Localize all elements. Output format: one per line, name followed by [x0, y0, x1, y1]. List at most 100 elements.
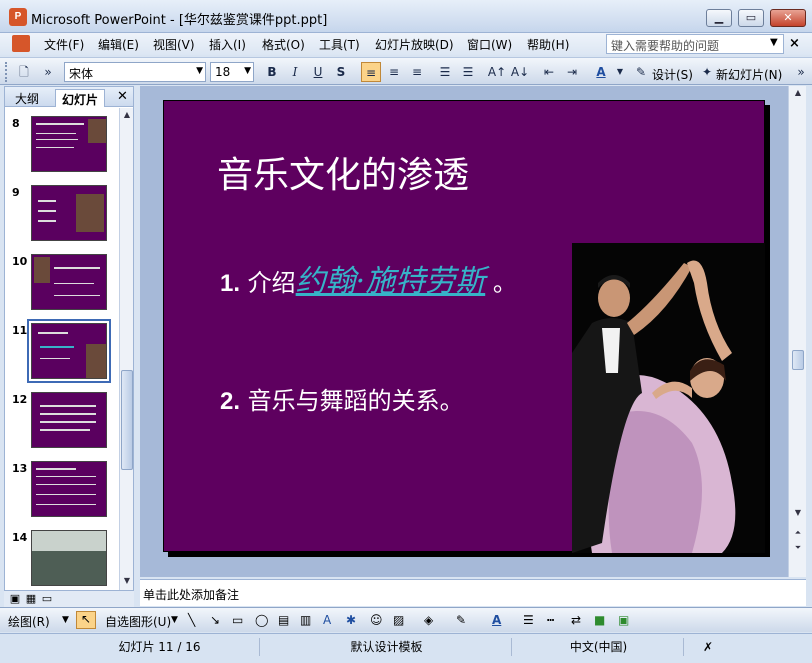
increase-indent-icon[interactable]: ⇥ — [562, 62, 582, 82]
tab-slides[interactable]: 幻灯片 — [55, 89, 106, 107]
slide-thumbnail[interactable] — [31, 392, 107, 448]
menu-file[interactable]: 文件(F) — [44, 36, 84, 53]
new-document-icon[interactable]: 🗋 — [14, 62, 34, 82]
close-document-icon[interactable]: × — [789, 36, 800, 51]
slide-thumbnail[interactable] — [31, 461, 107, 517]
tab-outline[interactable]: 大纲 — [9, 89, 45, 107]
new-slide-icon[interactable]: ✦ — [697, 62, 717, 82]
select-pointer-icon[interactable]: ↖ — [76, 611, 96, 629]
menu-insert[interactable]: 插入(I) — [209, 36, 246, 53]
picture-icon[interactable]: ▨ — [393, 613, 404, 627]
font-color-icon[interactable]: A — [492, 613, 501, 627]
design-button[interactable]: 设计(S) — [652, 66, 693, 83]
chevron-down-icon[interactable]: ▼ — [610, 62, 630, 82]
font-select[interactable]: 宋体 ▼ — [64, 62, 206, 82]
dash-style-icon[interactable]: ┅ — [547, 613, 554, 627]
chevron-down-icon[interactable]: ▼ — [171, 615, 178, 625]
font-color-icon[interactable]: A — [591, 62, 611, 82]
vertical-textbox-icon[interactable]: ▥ — [300, 613, 311, 627]
document-icon[interactable] — [12, 35, 30, 52]
clipart-icon[interactable]: ☺ — [370, 613, 383, 627]
3d-style-icon[interactable]: ▣ — [618, 613, 629, 627]
autoshapes-button[interactable]: 自选图形(U) — [105, 613, 171, 630]
notes-field[interactable]: 单击此处添加备注 — [140, 579, 806, 606]
list-item[interactable]: 11 — [5, 319, 117, 383]
dancers-photo[interactable] — [572, 243, 765, 553]
line-icon[interactable]: ╲ — [188, 613, 195, 627]
slide-thumbnail[interactable] — [31, 116, 107, 172]
scrollbar-thumb[interactable] — [792, 350, 804, 370]
scroll-up-icon[interactable]: ▲ — [791, 86, 805, 100]
chevron-down-icon[interactable]: ▼ — [62, 615, 69, 625]
slide-sorter-icon[interactable]: ▦ — [24, 592, 38, 606]
increase-font-icon[interactable]: A↑ — [487, 62, 507, 82]
textbox-icon[interactable]: ▤ — [278, 613, 289, 627]
bullet-list-icon[interactable]: ☰ — [458, 62, 478, 82]
arrow-icon[interactable]: ↘ — [210, 613, 220, 627]
menu-edit[interactable]: 编辑(E) — [98, 36, 139, 53]
line-style-icon[interactable]: ☰ — [523, 613, 534, 627]
slide-thumbnail-selected[interactable] — [27, 319, 111, 383]
oval-icon[interactable]: ◯ — [255, 613, 268, 627]
shadow-style-icon[interactable]: ■ — [594, 613, 605, 627]
menu-slideshow[interactable]: 幻灯片放映(D) — [375, 36, 454, 53]
bold-button[interactable]: B — [262, 62, 282, 82]
shadow-button[interactable]: S — [331, 62, 351, 82]
slide-thumbnail[interactable] — [31, 185, 107, 241]
chevron-down-icon[interactable]: ▼ — [770, 37, 778, 48]
menu-tools[interactable]: 工具(T) — [319, 36, 360, 53]
new-slide-button[interactable]: 新幻灯片(N) — [716, 66, 782, 83]
normal-view-icon[interactable]: ▣ — [8, 592, 22, 606]
decrease-indent-icon[interactable]: ⇤ — [539, 62, 559, 82]
slide-scrollbar[interactable]: ▲ ▼ ⏶ ⏷ — [788, 86, 806, 577]
current-slide[interactable]: 音乐文化的渗透 1. 介绍约翰·施特劳斯 。 2. 音乐与舞蹈的关系。 — [163, 100, 765, 553]
font-size-select[interactable]: 18 ▼ — [210, 62, 254, 82]
list-item[interactable]: 13 — [5, 461, 117, 521]
align-left-icon[interactable]: ≡ — [361, 62, 381, 82]
diagram-icon[interactable]: ✱ — [346, 613, 356, 627]
list-item[interactable]: 10 — [5, 254, 117, 314]
help-search-input[interactable]: 键入需要帮助的问题 — [606, 34, 784, 54]
toolbar-options-icon[interactable]: » — [38, 62, 58, 82]
next-slide-icon[interactable]: ⏷ — [791, 541, 805, 555]
scrollbar-thumb[interactable] — [121, 370, 133, 470]
bullet-1[interactable]: 1. 介绍约翰·施特劳斯 。 — [220, 256, 517, 300]
align-right-icon[interactable]: ≡ — [407, 62, 427, 82]
minimize-button[interactable]: ▁ — [706, 9, 732, 27]
spelling-icon[interactable]: ✗ — [690, 638, 726, 656]
numbered-list-icon[interactable]: ☰ — [435, 62, 455, 82]
align-center-icon[interactable]: ≡ — [384, 62, 404, 82]
scroll-down-icon[interactable]: ▼ — [791, 506, 805, 520]
scroll-up-icon[interactable]: ▲ — [120, 108, 134, 122]
menu-help[interactable]: 帮助(H) — [527, 36, 569, 53]
list-item[interactable]: 9 — [5, 185, 117, 245]
slideshow-icon[interactable]: ▭ — [40, 592, 54, 606]
arrow-style-icon[interactable]: ⇄ — [571, 613, 581, 627]
design-icon[interactable]: ✎ — [631, 62, 651, 82]
decrease-font-icon[interactable]: A↓ — [510, 62, 530, 82]
line-color-icon[interactable]: ✎ — [456, 613, 466, 627]
slide-thumbnail[interactable] — [31, 254, 107, 310]
thumbnail-scrollbar[interactable]: ▲ ▼ — [119, 108, 133, 590]
bullet-2[interactable]: 2. 音乐与舞蹈的关系。 — [220, 381, 464, 416]
italic-button[interactable]: I — [285, 62, 305, 82]
toolbar-options-icon[interactable]: » — [791, 62, 811, 82]
hyperlink[interactable]: 约翰·施特劳斯 — [296, 264, 486, 299]
fill-color-icon[interactable]: ◈ — [424, 613, 433, 627]
close-button[interactable]: ✕ — [770, 9, 806, 27]
design-template[interactable]: 默认设计模板 — [262, 638, 512, 656]
list-item[interactable]: 8 — [5, 116, 117, 176]
close-icon[interactable]: ✕ — [117, 89, 128, 104]
underline-button[interactable]: U — [308, 62, 328, 82]
wordart-icon[interactable]: A — [323, 613, 331, 627]
toolbar-grip[interactable] — [5, 62, 8, 82]
rectangle-icon[interactable]: ▭ — [232, 613, 243, 627]
menu-format[interactable]: 格式(O) — [262, 36, 305, 53]
list-item[interactable]: 14 — [5, 530, 117, 590]
language-indicator[interactable]: 中文(中国) — [514, 638, 684, 656]
list-item[interactable]: 12 — [5, 392, 117, 452]
maximize-button[interactable]: ▭ — [738, 9, 764, 27]
scroll-down-icon[interactable]: ▼ — [120, 574, 134, 588]
previous-slide-icon[interactable]: ⏶ — [791, 526, 805, 540]
slide-title[interactable]: 音乐文化的渗透 — [217, 146, 469, 198]
